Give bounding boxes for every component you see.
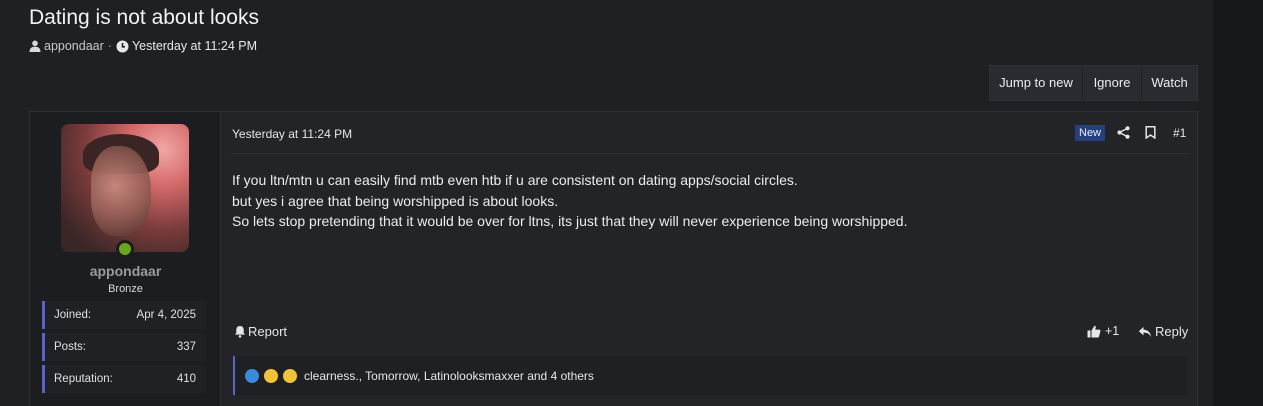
post-body-line: but yes i agree that being worshipped is… xyxy=(232,192,559,209)
thread-action-bar: Jump to new Ignore Watch xyxy=(989,65,1198,101)
post-number-link[interactable]: #1 xyxy=(1173,126,1186,140)
post-body: If you ltn/mtn u can easily find mtb eve… xyxy=(232,170,1172,232)
meta-separator: · xyxy=(107,39,112,53)
report-label: Report xyxy=(248,324,288,339)
reply-label: Reply xyxy=(1155,324,1189,339)
page-title: Dating is not about looks xyxy=(29,6,259,29)
user-rank: Bronze xyxy=(108,283,143,295)
thread-author-link[interactable]: appondaar xyxy=(44,39,104,53)
reactions-list[interactable]: clearness., Tomorrow, Latinolooksmaxxer … xyxy=(304,369,594,383)
post-user-panel: appondaar Bronze Joined: Apr 4, 2025 Pos… xyxy=(30,112,221,406)
bookmark-icon[interactable] xyxy=(1145,126,1156,139)
post-body-line: If you ltn/mtn u can easily find mtb eve… xyxy=(232,172,798,188)
new-badge: New xyxy=(1075,125,1106,141)
watch-button[interactable]: Watch xyxy=(1142,66,1197,100)
clock-icon xyxy=(116,40,129,52)
reactions-bar[interactable]: clearness., Tomorrow, Latinolooksmaxxer … xyxy=(233,356,1186,395)
like-label: +1 xyxy=(1105,324,1120,338)
stat-label: Joined: xyxy=(54,309,92,321)
user-stat-reputation: Reputation: 410 xyxy=(42,365,206,393)
thinking-reaction-icon xyxy=(264,368,278,383)
thread-time-link[interactable]: Yesterday at 11:24 PM xyxy=(132,39,257,53)
online-status-dot xyxy=(116,240,134,258)
stat-label: Reputation: xyxy=(54,373,113,385)
like-button[interactable]: +1 xyxy=(1087,324,1119,338)
post-body-line: So lets stop pretending that it would be… xyxy=(232,213,908,229)
report-button[interactable]: Report xyxy=(234,324,287,339)
stat-value: Apr 4, 2025 xyxy=(136,309,196,321)
user-icon xyxy=(29,40,41,52)
ignore-button[interactable]: Ignore xyxy=(1083,66,1142,100)
thread-meta: appondaar · Yesterday at 11:24 PM xyxy=(29,38,257,54)
user-stat-posts: Posts: 337 xyxy=(42,333,206,361)
thumbs-up-icon xyxy=(1087,325,1101,337)
avatar-face xyxy=(91,146,151,236)
post-username[interactable]: appondaar xyxy=(30,263,221,279)
stat-label: Posts: xyxy=(54,341,86,353)
laughing-reaction-icon xyxy=(283,368,297,383)
bell-icon xyxy=(235,326,245,338)
share-icon[interactable] xyxy=(1117,126,1130,139)
post-header: Yesterday at 11:24 PM New #1 xyxy=(231,112,1188,154)
jump-to-new-button[interactable]: Jump to new xyxy=(990,66,1083,100)
like-reaction-icon xyxy=(245,368,259,383)
stat-value: 337 xyxy=(176,341,196,353)
post-date-link[interactable]: Yesterday at 11:24 PM xyxy=(232,127,352,141)
avatar[interactable] xyxy=(61,124,189,252)
stat-value: 410 xyxy=(176,373,196,385)
reply-icon xyxy=(1138,326,1152,337)
reply-button[interactable]: Reply xyxy=(1138,324,1188,339)
right-gutter xyxy=(1213,0,1263,406)
user-stat-joined: Joined: Apr 4, 2025 xyxy=(42,301,206,329)
post: appondaar Bronze Joined: Apr 4, 2025 Pos… xyxy=(29,111,1198,406)
page: Dating is not about looks appondaar · Ye… xyxy=(0,0,1213,406)
